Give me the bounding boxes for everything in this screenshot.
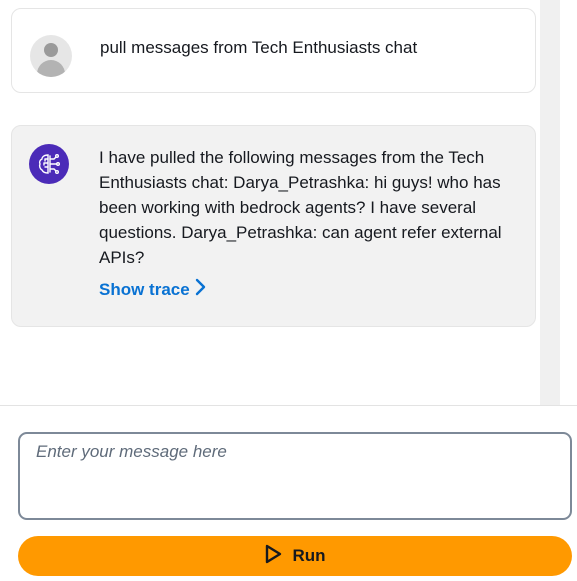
user-avatar-icon [30,35,72,77]
show-trace-link[interactable]: Show trace [99,278,206,301]
message-input[interactable] [18,432,572,520]
agent-message-card: I have pulled the following messages fro… [11,125,536,327]
agent-message-text: I have pulled the following messages fro… [99,148,502,267]
chevron-right-icon [194,278,206,301]
run-label: Run [292,546,326,565]
user-message-text: pull messages from Tech Enthusiasts chat [100,38,418,57]
run-button[interactable]: Run [18,536,572,576]
play-icon [264,544,282,569]
user-message-card: pull messages from Tech Enthusiasts chat [11,8,536,93]
chat-scrollbar[interactable] [540,0,560,406]
show-trace-label: Show trace [99,279,190,299]
brain-circuit-icon [29,144,69,184]
chat-history: pull messages from Tech Enthusiasts chat… [0,0,540,406]
composer-divider [0,405,577,406]
